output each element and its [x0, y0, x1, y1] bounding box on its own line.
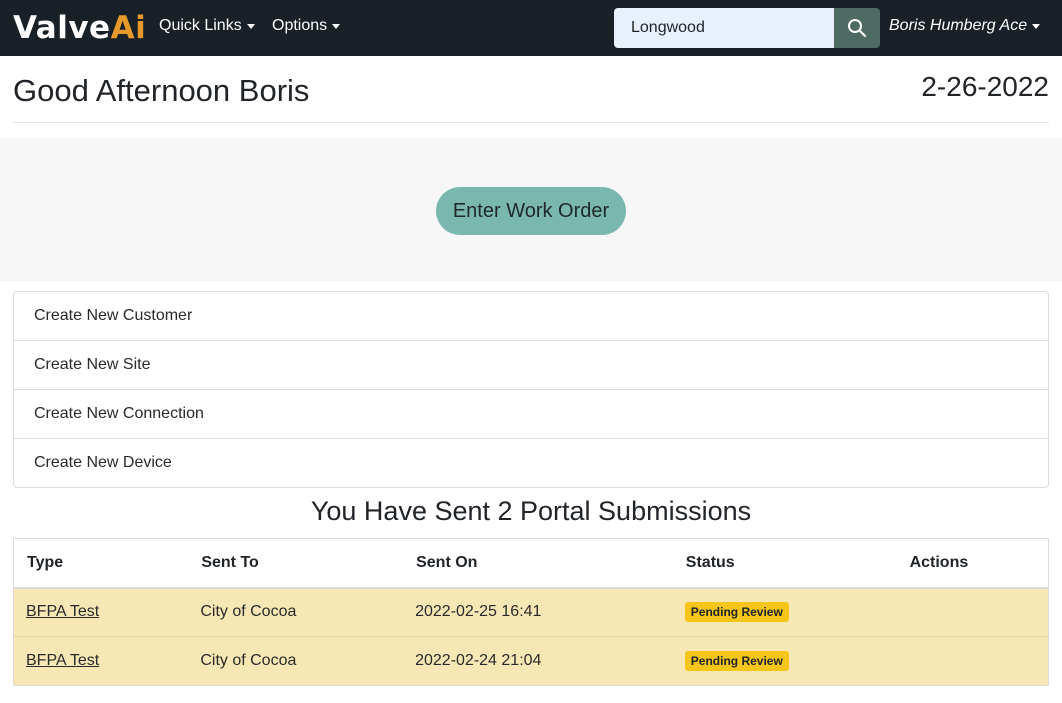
submission-type-link[interactable]: BFPA Test [26, 652, 99, 669]
quick-links-dropdown[interactable]: Quick Links [159, 17, 255, 35]
submission-actions [896, 636, 1049, 686]
create-new-device-link[interactable]: Create New Device [14, 439, 1048, 487]
submission-sent-on: 2022-02-24 21:04 [403, 636, 673, 686]
create-new-site-link[interactable]: Create New Site [14, 341, 1048, 390]
status-badge: Pending Review [684, 602, 789, 623]
submissions-table: Type Sent To Sent On Status Actions BFPA… [13, 538, 1049, 686]
user-name: Boris Humberg Ace [889, 17, 1028, 34]
user-menu-dropdown[interactable]: Boris Humberg Ace [889, 17, 1041, 35]
create-new-connection-link[interactable]: Create New Connection [14, 390, 1048, 439]
column-header-sent-on: Sent On [403, 538, 673, 589]
caret-down-icon [1032, 23, 1041, 29]
current-date: 2-26-2022 [921, 71, 1049, 102]
greeting-heading: Good Afternoon Boris [13, 73, 310, 108]
column-header-status: Status [672, 538, 897, 589]
submission-sent-to: City of Cocoa [188, 636, 404, 686]
column-header-actions: Actions [896, 538, 1049, 589]
quick-actions-list: Create New Customer Create New Site Crea… [13, 291, 1049, 488]
search-button[interactable] [834, 8, 880, 48]
submission-sent-to: City of Cocoa [188, 587, 404, 637]
table-header-row: Type Sent To Sent On Status Actions [13, 538, 1049, 589]
table-row: BFPA Test City of Cocoa 2022-02-24 21:04… [13, 636, 1049, 686]
caret-down-icon [246, 23, 255, 29]
options-label: Options [272, 17, 328, 34]
column-header-sent-to: Sent To [188, 538, 404, 589]
search-bar [614, 8, 880, 48]
brand-name-part2: Ai [110, 10, 147, 46]
submissions-heading: You Have Sent 2 Portal Submissions [310, 496, 752, 526]
brand-logo[interactable]: Valve Ai [13, 8, 146, 48]
top-navbar: ValveAi Quick Links Options Boris Humber… [0, 0, 1062, 56]
search-icon [848, 19, 867, 38]
create-new-customer-link[interactable]: Create New Customer [14, 292, 1048, 341]
column-header-type: Type [13, 538, 189, 589]
submission-actions [896, 587, 1049, 637]
quick-links-label: Quick Links [159, 17, 242, 34]
options-dropdown[interactable]: Options [272, 17, 341, 35]
brand-name-part1: Valve [13, 10, 111, 46]
enter-work-order-button[interactable]: Enter Work Order [436, 187, 626, 235]
caret-down-icon [332, 23, 341, 29]
submission-sent-on: 2022-02-25 16:41 [403, 587, 673, 637]
submission-type-link[interactable]: BFPA Test [26, 603, 99, 620]
table-row: BFPA Test City of Cocoa 2022-02-25 16:41… [13, 587, 1049, 637]
work-order-panel: Enter Work Order [0, 138, 1062, 282]
status-badge: Pending Review [684, 651, 789, 671]
divider [13, 122, 1049, 123]
search-input[interactable] [614, 8, 834, 48]
